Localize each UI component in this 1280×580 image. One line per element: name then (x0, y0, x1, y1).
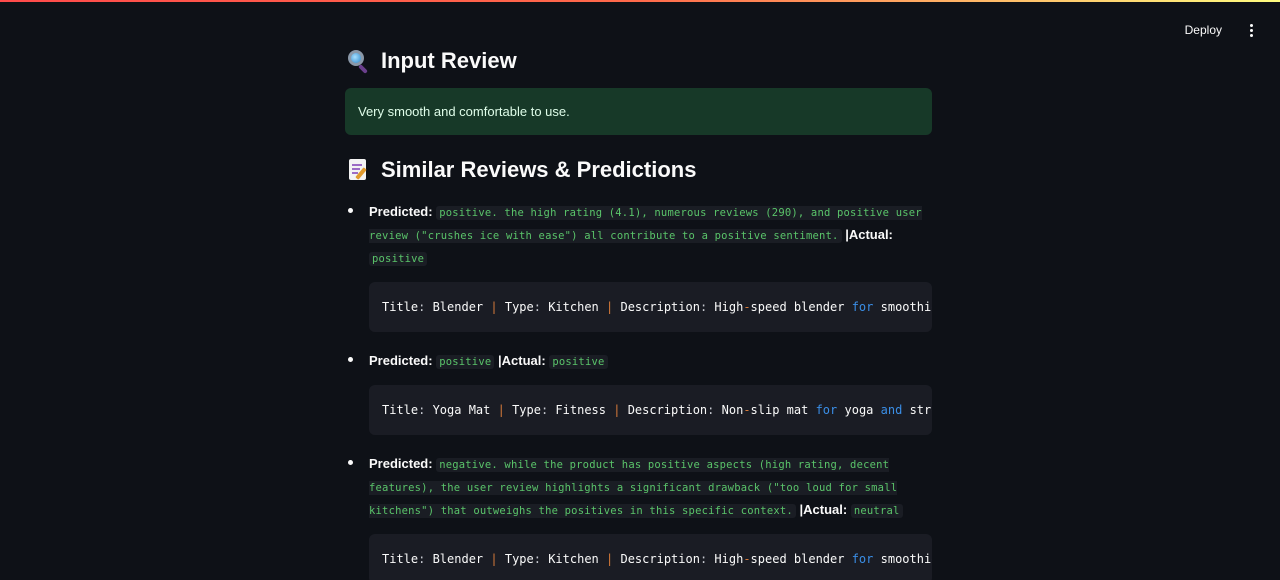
predicted-value: positive (436, 355, 495, 369)
product-code-block: Title: Blender | Type: Kitchen | Descrip… (369, 534, 932, 580)
input-review-box: Very smooth and comfortable to use. (345, 88, 932, 135)
review-item-1: Predicted: positive. the high rating (4.… (345, 201, 932, 332)
top-accent-bar (0, 0, 1280, 2)
header-actions: Deploy (1181, 20, 1258, 40)
predicted-value: positive. the high rating (4.1), numerou… (369, 206, 922, 243)
product-code-block: Title: Yoga Mat | Type: Fitness | Descri… (369, 385, 932, 435)
memo-icon (345, 157, 371, 183)
actual-label: Actual: (803, 502, 848, 517)
actual-value: neutral (850, 504, 903, 518)
predicted-label: Predicted: (369, 353, 433, 368)
review-item-3: Predicted: negative. while the product h… (345, 453, 932, 580)
input-review-title: Input Review (381, 48, 517, 73)
predicted-label: Predicted: (369, 204, 433, 219)
product-code-block: Title: Blender | Type: Kitchen | Descrip… (369, 282, 932, 332)
main-content: Input Review Very smooth and comfortable… (345, 40, 932, 580)
input-review-text: Very smooth and comfortable to use. (358, 104, 570, 119)
actual-label: Actual: (501, 353, 546, 368)
actual-value: positive (369, 252, 428, 266)
actual-label: Actual: (848, 227, 893, 242)
bullet-icon (348, 208, 353, 213)
magnifier-icon (345, 48, 371, 74)
review-item-2: Predicted: positive |Actual: positive Ti… (345, 350, 932, 435)
bullet-icon (348, 460, 353, 465)
similar-reviews-title: Similar Reviews & Predictions (381, 157, 697, 182)
bullet-icon (348, 357, 353, 362)
more-vertical-icon[interactable] (1244, 20, 1258, 40)
similar-reviews-heading: Similar Reviews & Predictions (345, 149, 932, 191)
deploy-button[interactable]: Deploy (1181, 21, 1226, 39)
predicted-label: Predicted: (369, 456, 433, 471)
actual-value: positive (549, 355, 608, 369)
similar-reviews-list: Predicted: positive. the high rating (4.… (345, 201, 932, 580)
input-review-heading: Input Review (345, 40, 932, 82)
